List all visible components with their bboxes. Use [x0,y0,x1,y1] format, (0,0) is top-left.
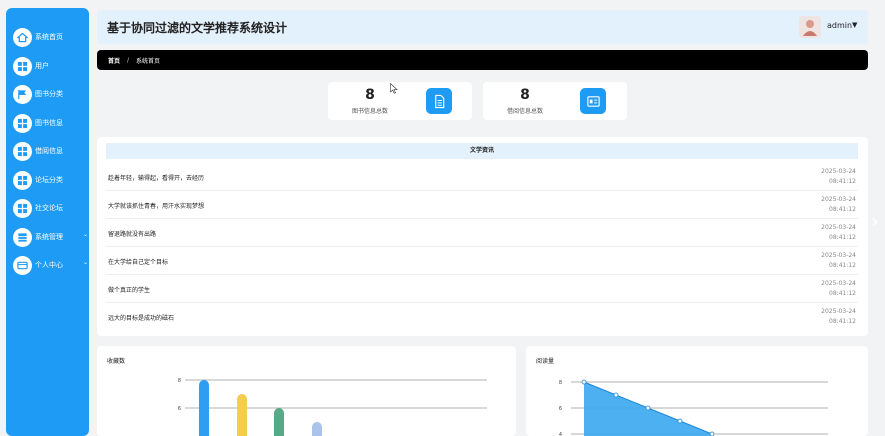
sidebar-item-social-forum[interactable]: 社交论坛 [13,197,91,219]
news-item-timestamp: 2025-03-24 08:41:12 [821,196,856,213]
mouse-cursor-icon [390,83,398,94]
sidebar-item-personal-center[interactable]: 个人中心 ⌄ [13,254,91,276]
news-item-title[interactable]: 留退路就没有出路 [108,229,156,238]
sidebar-item-label: 图书分类 [35,90,63,98]
y-tick-label: 6 [178,406,181,412]
sidebar-item-home[interactable]: 系统首页 [13,26,91,48]
sidebar-item-label: 系统首页 [35,33,63,41]
sidebar-item-users[interactable]: 用户 [13,55,91,77]
y-tick-label: 8 [178,378,181,384]
grid-icon [13,56,32,76]
server-icon [13,227,32,247]
sidebar-item-label: 借阅信息 [35,147,63,155]
bar [237,394,247,436]
data-point [709,431,715,436]
data-point [581,379,587,385]
news-item[interactable]: 趁着年轻，输得起，看得开，去经历 2025-03-24 08:41:12 [106,163,858,191]
bar [199,380,209,436]
news-panel: 文学资讯 趁着年轻，输得起，看得开，去经历 2025-03-24 08:41:12… [97,137,868,336]
news-item-title[interactable]: 在大学给自己定个目标 [108,257,168,266]
carousel-next-arrow-icon[interactable]: › [868,208,882,234]
breadcrumb: 首页 / 系统首页 [97,50,868,70]
bar [312,422,322,436]
stat-label: 图书信息总数 [351,108,388,115]
chevron-down-icon[interactable]: ⌄ [83,231,88,238]
sidebar-item-label: 个人中心 [35,261,63,269]
news-item-timestamp: 2025-03-24 08:41:12 [821,224,856,241]
flag-icon [13,84,32,104]
breadcrumb-home[interactable]: 首页 [108,56,120,65]
grid-icon [13,170,32,190]
y-tick-label: 6 [559,406,562,412]
news-item[interactable]: 在大学给自己定个目标 2025-03-24 08:41:12 [106,247,858,275]
sidebar-item-label: 论坛分类 [35,176,63,184]
sidebar: 系统首页 用户 图书分类 图书信息 借阅信息 论坛分类 社交论坛 系统管理 ⌄ … [6,8,89,436]
id-card-icon [580,88,606,114]
y-tick-label: 8 [559,380,562,386]
news-item-title[interactable]: 趁着年轻，输得起，看得开，去经历 [108,173,204,182]
breadcrumb-current: 系统首页 [136,57,161,65]
sidebar-item-book-category[interactable]: 图书分类 [13,83,91,105]
stat-value: 8 [365,87,375,103]
data-point [613,392,619,398]
data-point [677,418,683,424]
news-item-title[interactable]: 远大的目标是成功的磁石 [108,313,174,322]
sidebar-item-forum-category[interactable]: 论坛分类 [13,169,91,191]
news-title: 文学资讯 [106,143,858,159]
news-item[interactable]: 做个真正的学生 2025-03-24 08:41:12 [106,275,858,303]
sidebar-item-system-management[interactable]: 系统管理 ⌄ [13,226,91,248]
sidebar-item-label: 用户 [35,62,49,70]
stat-card-books: 8 图书信息总数 [328,82,472,120]
news-item[interactable]: 大学就该抓住青春，用汗水实现梦想 2025-03-24 08:41:12 [106,191,858,219]
breadcrumb-separator: / [127,56,130,64]
caret-down-icon[interactable]: ▼ [852,21,857,29]
news-item-title[interactable]: 做个真正的学生 [108,285,150,294]
favorites-bar-chart: 86 [178,378,487,436]
grid-icon [13,141,32,161]
top-header: 基于协同过滤的文学推荐系统设计 admin ▼ [97,10,868,44]
stat-card-borrows: 8 借阅信息总数 [483,82,627,120]
sidebar-item-label: 社交论坛 [35,204,63,212]
y-tick-label: 4 [559,432,562,436]
stat-label: 借阅信息总数 [506,108,543,115]
card-icon [13,255,32,275]
sidebar-item-borrow-info[interactable]: 借阅信息 [13,140,91,162]
avatar[interactable] [799,16,821,38]
page-title: 基于协同过滤的文学推荐系统设计 [107,21,288,35]
chevron-down-icon[interactable]: ⌄ [83,259,88,266]
news-item-title[interactable]: 大学就该抓住青春，用汗水实现梦想 [108,201,204,210]
sidebar-item-label: 图书信息 [35,119,63,127]
news-item-timestamp: 2025-03-24 08:41:12 [821,308,856,325]
document-icon [426,88,452,114]
bar [274,408,284,436]
home-icon [13,27,32,47]
reads-chart-panel: 阅读量 864 [526,346,868,436]
news-item[interactable]: 远大的目标是成功的磁石 2025-03-24 08:41:12 [106,303,858,331]
news-item-timestamp: 2025-03-24 08:41:12 [821,280,856,297]
data-point [645,405,651,411]
reads-area-chart: 8 6 4 [559,379,828,436]
favorites-chart-panel: 收藏数 86 [97,346,516,436]
user-name[interactable]: admin [827,21,852,30]
sidebar-item-label: 系统管理 [35,233,63,241]
news-item-timestamp: 2025-03-24 08:41:12 [821,168,856,185]
sidebar-item-book-info[interactable]: 图书信息 [13,112,91,134]
news-item[interactable]: 留退路就没有出路 2025-03-24 08:41:12 [106,219,858,247]
stat-value: 8 [520,87,530,103]
grid-icon [13,113,32,133]
grid-icon [13,198,32,218]
news-item-timestamp: 2025-03-24 08:41:12 [821,252,856,269]
